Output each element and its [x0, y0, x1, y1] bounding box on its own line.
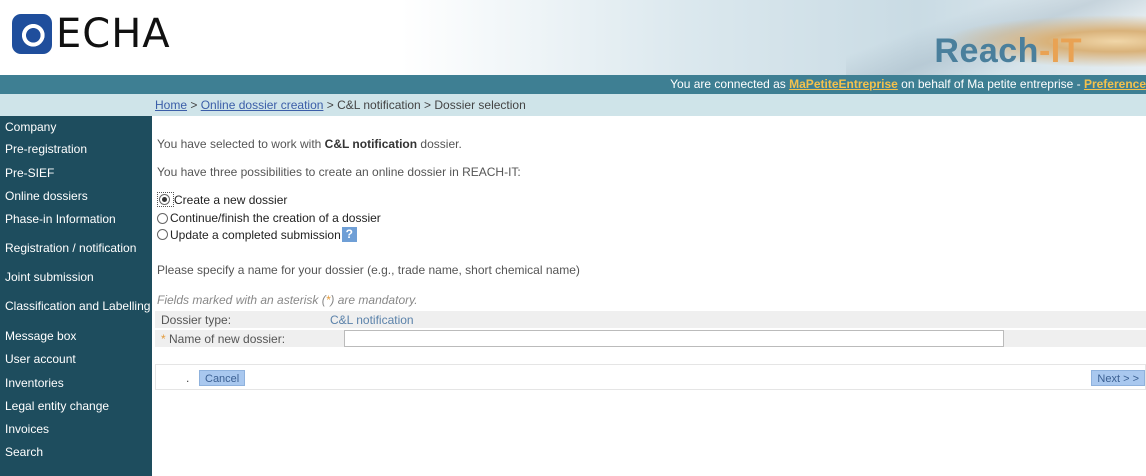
option-update-label[interactable]: Update a completed submission — [170, 228, 341, 242]
option-continue[interactable]: Continue/finish the creation of a dossie… — [157, 211, 381, 225]
dossier-name-label-text: Name of new dossier: — [165, 332, 286, 346]
connection-prefix: You are connected as — [670, 77, 790, 91]
dossier-type-label: Dossier type: — [161, 313, 232, 327]
mandatory-suffix: ) are mandatory. — [330, 293, 418, 307]
sidebar-item-legal-entity-change[interactable]: Legal entity change — [0, 394, 152, 417]
radio-update[interactable] — [157, 229, 168, 240]
breadcrumb-home[interactable]: Home — [155, 98, 187, 112]
possibilities-text: You have three possibilities to create a… — [157, 165, 521, 179]
echa-logo[interactable]: ECHA — [12, 14, 171, 54]
sidebar-item-invoices[interactable]: Invoices — [0, 417, 152, 440]
user-link[interactable]: MaPetiteEntreprise — [789, 77, 898, 91]
radio-focus-outline — [157, 192, 174, 207]
mandatory-hint: Fields marked with an asterisk (*) are m… — [157, 293, 418, 307]
radio-create-new[interactable] — [159, 194, 170, 205]
breadcrumb-separator: > — [187, 98, 201, 112]
sidebar-item-search[interactable]: Search — [0, 440, 152, 463]
sidebar-item-joint-submission[interactable]: Joint submission — [0, 265, 152, 288]
sidebar-item-registration-notification[interactable]: Registration / notification — [0, 230, 152, 265]
sidebar-item-user-account[interactable]: User account — [0, 347, 152, 371]
cancel-button[interactable]: Cancel — [199, 370, 246, 386]
breadcrumb-bar: Home > Online dossier creation > C&L not… — [0, 94, 1146, 116]
radio-continue[interactable] — [157, 212, 168, 224]
specify-name-text: Please specify a name for your dossier (… — [157, 263, 580, 277]
reach-it-main: Reach — [934, 32, 1039, 70]
dossier-name-label: * Name of new dossier: — [161, 332, 285, 346]
option-continue-label[interactable]: Continue/finish the creation of a dossie… — [170, 211, 381, 225]
sidebar-item-phase-in-information[interactable]: Phase-in Information — [0, 207, 152, 230]
dossier-type-value: C&L notification — [330, 313, 414, 327]
sidebar-item-pre-registration[interactable]: Pre-registration — [0, 137, 152, 161]
sidebar-item-inventories[interactable]: Inventories — [0, 371, 152, 394]
selected-dossier-type: C&L notification — [324, 137, 418, 151]
main-content: You have selected to work with C&L notif… — [155, 116, 1146, 476]
sidebar-item-online-dossiers[interactable]: Online dossiers — [0, 184, 152, 207]
option-create-new-label[interactable]: Create a new dossier — [174, 193, 287, 207]
dossier-name-input[interactable] — [344, 330, 1004, 347]
help-icon[interactable]: ? — [341, 227, 357, 242]
option-create-new[interactable]: Create a new dossier — [157, 192, 287, 207]
connection-middle: on behalf of Ma petite entreprise - — [897, 77, 1084, 91]
action-bar-dot: . — [186, 371, 190, 385]
action-bar: . Cancel Next > > — [155, 364, 1146, 390]
preferences-link[interactable]: Preference — [1084, 77, 1146, 91]
selected-prefix: You have selected to work with — [157, 137, 325, 151]
header-banner: ECHA Reach-IT — [0, 0, 1146, 75]
sidebar-nav: Company Pre-registration Pre-SIEF Online… — [0, 116, 152, 476]
echa-logo-text: ECHA — [56, 11, 171, 57]
mandatory-prefix: Fields marked with an asterisk ( — [157, 293, 326, 307]
reach-it-suffix: IT — [1050, 32, 1082, 70]
breadcrumb-rest: > C&L notification > Dossier selection — [323, 98, 526, 112]
selected-suffix: dossier. — [417, 137, 462, 151]
selected-dossier-text: You have selected to work with C&L notif… — [157, 137, 462, 151]
reach-it-title: Reach-IT — [934, 32, 1082, 71]
sidebar-item-company[interactable]: Company — [0, 116, 152, 137]
sidebar-item-classification-labelling[interactable]: Classification and Labelling — [0, 288, 152, 324]
dossier-type-row: Dossier type: C&L notification — [155, 311, 1146, 328]
option-update[interactable]: Update a completed submission ? — [157, 227, 357, 242]
echa-logo-icon — [12, 14, 52, 54]
next-button[interactable]: Next > > — [1091, 370, 1145, 386]
breadcrumb: Home > Online dossier creation > C&L not… — [155, 98, 526, 112]
breadcrumb-online-dossier-creation[interactable]: Online dossier creation — [201, 98, 324, 112]
sidebar-item-pre-sief[interactable]: Pre-SIEF — [0, 161, 152, 184]
connection-bar: You are connected as MaPetiteEntreprise … — [0, 75, 1146, 94]
sidebar-item-message-box[interactable]: Message box — [0, 324, 152, 347]
reach-it-dash: - — [1038, 32, 1051, 70]
dossier-name-row: * Name of new dossier: — [155, 330, 1146, 347]
